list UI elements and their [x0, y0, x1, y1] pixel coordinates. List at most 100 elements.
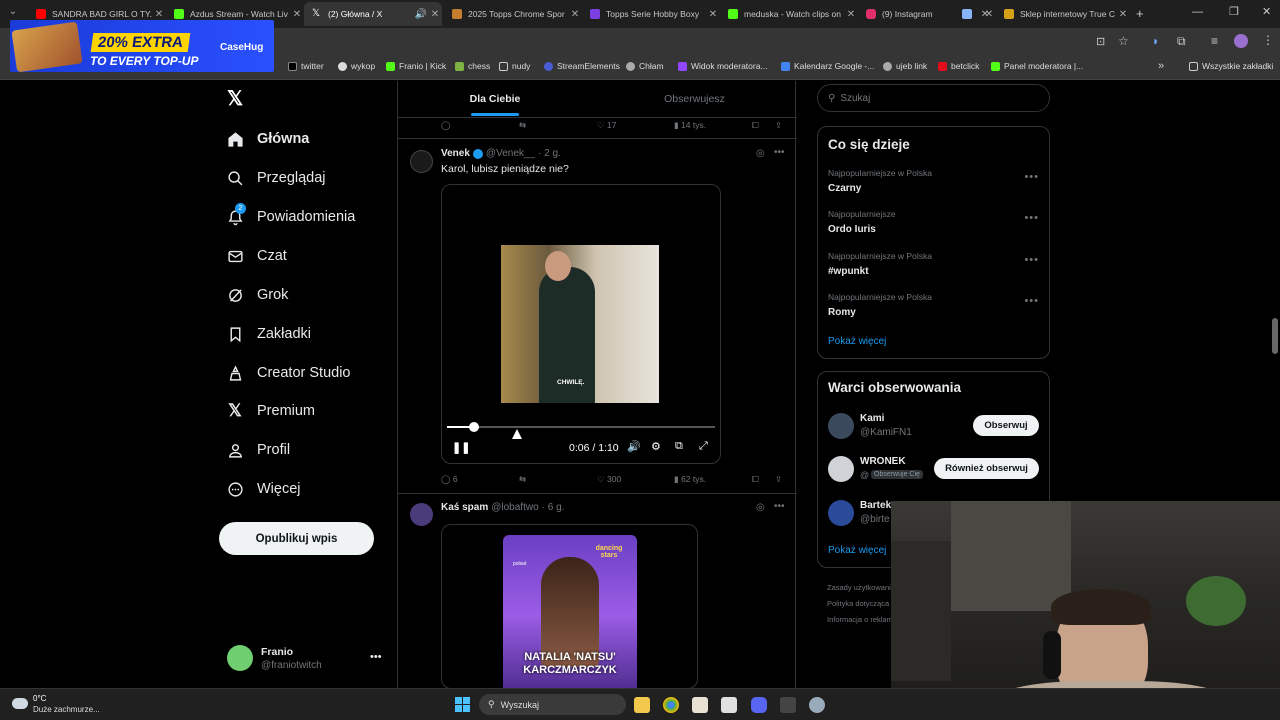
post-button[interactable]: Opublikuj wpis	[219, 522, 374, 555]
bookmark-icon[interactable]: ⧠	[752, 120, 759, 131]
start-button[interactable]	[455, 697, 470, 712]
bookmark-item[interactable]: Kalendarz Google -...	[781, 61, 874, 71]
nav-creator-studio[interactable]: Creator Studio	[226, 364, 351, 382]
tweet-media[interactable]: polsat dancing stars NATALIA 'NATSU' KAR…	[441, 524, 698, 689]
footer-link[interactable]: Polityka dotycząca	[827, 599, 891, 608]
bookmark-item[interactable]: ujeb link	[883, 61, 927, 71]
more-icon[interactable]: •••	[1024, 212, 1039, 224]
show-more-link[interactable]: Pokaż więcej	[828, 336, 886, 347]
weather-desc[interactable]: Duże zachmurze...	[33, 705, 100, 714]
tweet-author[interactable]: Venek	[441, 148, 470, 159]
grok-icon[interactable]: ◎	[756, 148, 765, 159]
bookmark-item[interactable]: Chłam	[626, 61, 664, 71]
user-name[interactable]: Bartek	[860, 500, 891, 511]
retweet-icon[interactable]: ⇆	[519, 474, 526, 485]
terminal-icon[interactable]	[780, 697, 796, 713]
bookmark-item[interactable]: nudy	[499, 61, 530, 71]
follow-back-button[interactable]: Również obserwuj	[934, 458, 1039, 479]
tab-search-button[interactable]: ⌄	[6, 6, 20, 20]
reply-icon[interactable]: ◯	[441, 120, 451, 131]
trend-item[interactable]: Najpopularniejsze w Polska Romy	[828, 292, 1038, 318]
file-explorer-icon[interactable]	[634, 697, 650, 713]
browser-tab[interactable]: meduska - Watch clips on ✕	[720, 2, 858, 26]
search-bar[interactable]: ⚲	[817, 84, 1050, 112]
views-button[interactable]: ▮ 14 tys.	[674, 120, 706, 131]
new-tab-button[interactable]: +	[1136, 6, 1144, 21]
bookmark-item[interactable]: Franio | Kick	[386, 61, 446, 71]
nav-profile[interactable]: Profil	[226, 441, 290, 459]
bookmark-item[interactable]: StreamElements	[544, 61, 620, 71]
video-player[interactable]: CHWILĘ. ❚❚ 0:06 / 1:10 🔊 ⚙ ⧉ ⤢	[441, 184, 721, 464]
show-more-link[interactable]: Pokaż więcej	[828, 545, 886, 556]
follow-button[interactable]: Obserwuj	[973, 415, 1039, 436]
retweet-icon[interactable]: ⇆	[519, 120, 526, 131]
chevron-right-icon[interactable]: »	[1158, 60, 1164, 72]
like-button[interactable]: ♡ 17	[597, 120, 616, 131]
like-button[interactable]: ♡ 300	[597, 474, 621, 485]
close-icon[interactable]: ✕	[844, 9, 858, 20]
taskbar-search[interactable]: ⚲ Wyszukaj	[479, 694, 626, 715]
maximize-button[interactable]: ❐	[1229, 5, 1239, 18]
bookmark-item[interactable]: Panel moderatora |...	[991, 61, 1083, 71]
profile-avatar[interactable]	[1234, 34, 1248, 48]
trend-item[interactable]: Najpopularniejsze Ordo Iuris	[828, 209, 1038, 235]
footer-link[interactable]: Informacja o reklam	[827, 615, 891, 624]
bookmark-item[interactable]: betclick	[938, 61, 979, 71]
nav-grok[interactable]: Grok	[226, 286, 288, 304]
footer-link[interactable]: Zasady użytkowania	[827, 583, 891, 592]
account-menu-icon[interactable]: •••	[370, 651, 382, 663]
reply-button[interactable]: ◯ 6	[441, 474, 458, 485]
browser-tab[interactable]: Sklep internetowy True C ✕	[996, 2, 1130, 26]
nav-chat[interactable]: Czat	[226, 247, 287, 265]
browser-tab-active[interactable]: 𝕏 (2) Główna / X 🔊 ✕	[304, 2, 442, 26]
nav-more[interactable]: Więcej	[226, 480, 301, 498]
close-icon[interactable]: ✕	[978, 9, 992, 20]
tab-following[interactable]: Obserwujesz	[592, 81, 797, 117]
user-name[interactable]: Kami	[860, 413, 884, 424]
more-icon[interactable]: •••	[1024, 295, 1039, 307]
nav-home[interactable]: Główna	[226, 130, 309, 148]
more-icon[interactable]: •••	[1024, 171, 1039, 183]
bookmark-icon[interactable]: ⧠	[752, 474, 759, 485]
discord-icon[interactable]	[751, 697, 767, 713]
avatar[interactable]	[828, 500, 854, 526]
tweet-handle[interactable]: @Venek__	[486, 148, 535, 159]
nav-bookmarks[interactable]: Zakładki	[226, 325, 311, 343]
tweet-time[interactable]: · 2 g.	[538, 148, 561, 159]
nav-premium[interactable]: 𝕏 Premium	[226, 401, 315, 420]
avatar[interactable]	[410, 503, 433, 526]
avatar[interactable]	[410, 150, 433, 173]
close-icon[interactable]: ✕	[152, 9, 166, 20]
bookmark-star-icon[interactable]: ☆	[1118, 34, 1129, 48]
app-icon[interactable]	[692, 697, 708, 713]
close-icon[interactable]: ✕	[568, 9, 582, 20]
close-icon[interactable]: ✕	[428, 9, 442, 20]
tab-for-you[interactable]: Dla Ciebie	[398, 81, 592, 117]
page-scrollbar[interactable]	[1272, 318, 1278, 354]
more-icon[interactable]: •••	[774, 147, 785, 158]
puzzle-icon[interactable]: ⧉	[1177, 34, 1186, 49]
nav-notifications[interactable]: 2 Powiadomienia	[226, 203, 355, 226]
views-button[interactable]: ▮ 62 tys.	[674, 474, 706, 485]
extension-icon[interactable]: ◗	[1152, 34, 1159, 48]
bookmark-item[interactable]: wykop	[338, 61, 375, 71]
weather-temp[interactable]: 0°C	[33, 694, 46, 703]
bookmark-item[interactable]: chess	[455, 61, 490, 71]
pause-button[interactable]: ❚❚	[452, 441, 470, 454]
close-window-button[interactable]: ✕	[1262, 5, 1271, 18]
avatar[interactable]	[227, 645, 253, 671]
chrome-icon[interactable]	[663, 697, 679, 713]
bookmark-item[interactable]: Widok moderatora...	[678, 61, 768, 71]
close-icon[interactable]: ✕	[290, 9, 304, 20]
share-icon[interactable]: ⇪	[775, 474, 782, 485]
volume-icon[interactable]: 🔊	[627, 440, 641, 453]
settings-icon[interactable]	[809, 697, 825, 713]
search-input[interactable]	[840, 92, 1021, 104]
ad-banner[interactable]: 20% EXTRA TO EVERY TOP-UP CaseHug	[10, 20, 274, 73]
tweet-handle[interactable]: @lobaftwo	[491, 502, 538, 513]
avatar[interactable]	[828, 413, 854, 439]
minimize-button[interactable]: —	[1192, 6, 1203, 18]
tweet-author[interactable]: Kaś spam	[441, 502, 488, 513]
user-name[interactable]: WRONEK	[860, 456, 906, 467]
all-bookmarks[interactable]: Wszystkie zakładki	[1189, 61, 1273, 71]
